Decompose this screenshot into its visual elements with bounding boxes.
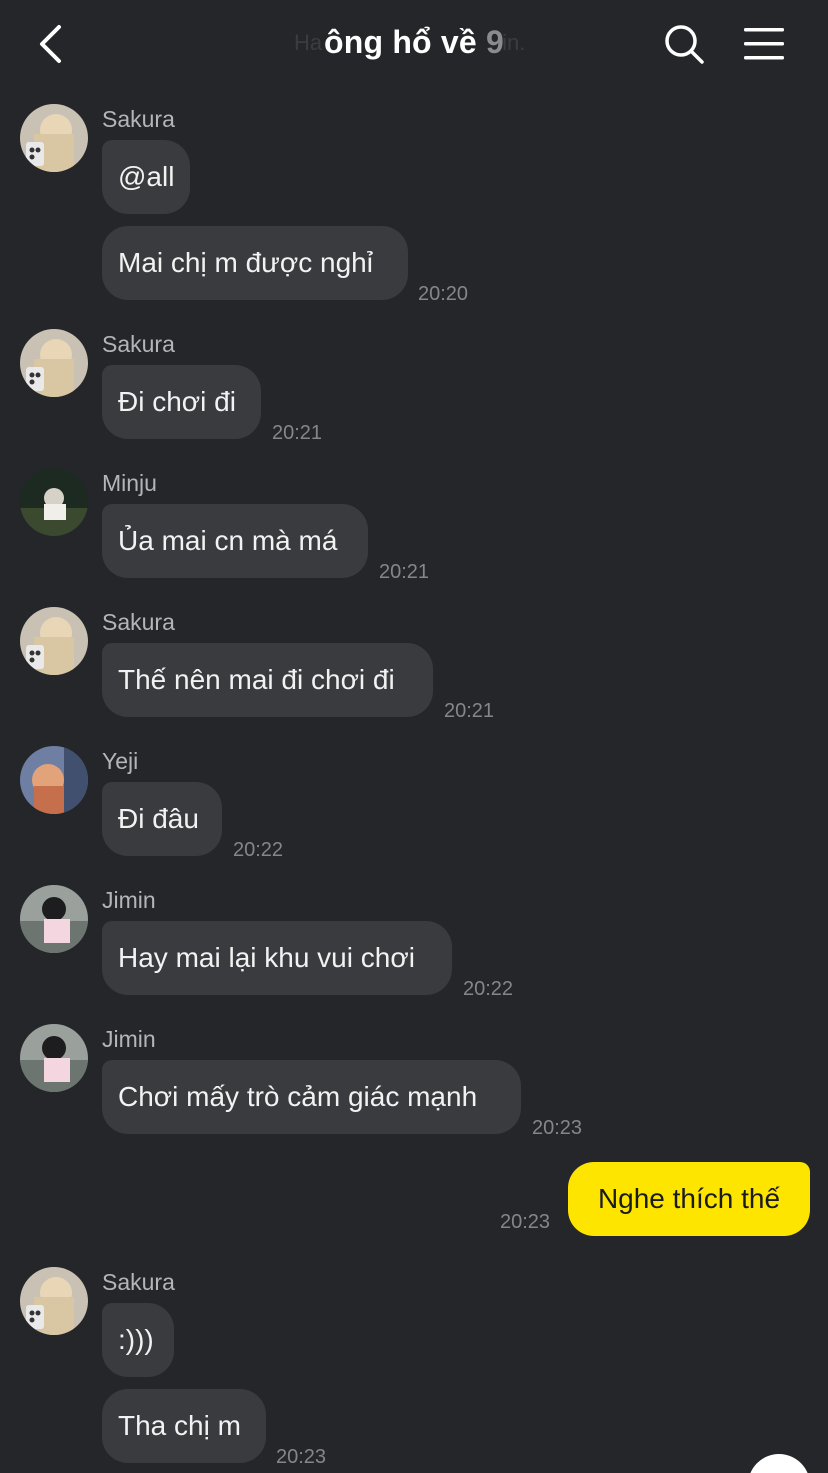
my-message-bubble[interactable]: Nghe thích thế <box>568 1162 810 1236</box>
message-bubble[interactable]: Tha chị m <box>102 1389 266 1463</box>
message-time: 20:21 <box>379 561 430 583</box>
message-bubble[interactable]: @all <box>102 140 190 214</box>
message-bubble[interactable]: Hay mai lại khu vui chơi <box>102 921 452 995</box>
message-bubble[interactable]: :))) <box>102 1303 174 1377</box>
sender-name: Sakura <box>102 1269 175 1295</box>
menu-button[interactable] <box>740 24 788 64</box>
chat-screen: Ha in. ông hổ về 9 Sakura @all Mai chị m … <box>0 0 828 1473</box>
sender-name: Sakura <box>102 331 175 357</box>
message-time: 20:23 <box>276 1446 327 1468</box>
avatar-jimin[interactable] <box>20 885 88 953</box>
avatar-jimin[interactable] <box>20 1024 88 1092</box>
member-count: 9 <box>486 24 504 60</box>
search-button[interactable] <box>662 22 706 66</box>
avatar-sakura[interactable] <box>20 607 88 675</box>
message-bubble[interactable]: Ủa mai cn mà má <box>102 504 368 578</box>
sender-name: Jimin <box>102 887 156 913</box>
message-bubble[interactable]: Đi chơi đi <box>102 365 261 439</box>
message-bubble[interactable]: Mai chị m được nghỉ <box>102 226 408 300</box>
sender-name: Sakura <box>102 609 175 635</box>
chat-header: Ha in. ông hổ về 9 <box>0 0 828 88</box>
chat-title-name: ông hổ về <box>323 24 477 60</box>
avatar-yeji[interactable] <box>20 746 88 814</box>
avatar-sakura[interactable] <box>20 329 88 397</box>
sender-name: Minju <box>102 470 157 496</box>
message-time: 20:23 <box>532 1117 583 1139</box>
message-time: 20:21 <box>272 422 323 444</box>
message-bubble[interactable]: Chơi mấy trò cảm giác mạnh <box>102 1060 521 1134</box>
message-time: 20:20 <box>418 283 469 305</box>
message-bubble[interactable]: Đi đâu <box>102 782 222 856</box>
avatar-minju[interactable] <box>20 468 88 536</box>
hamburger-menu-icon <box>744 28 784 60</box>
avatar-sakura[interactable] <box>20 104 88 172</box>
scroll-to-bottom-button[interactable] <box>748 1454 810 1473</box>
sender-name: Jimin <box>102 1026 156 1052</box>
sender-name: Sakura <box>102 106 175 132</box>
message-bubble[interactable]: Thế nên mai đi chơi đi <box>102 643 433 717</box>
message-time: 20:22 <box>233 839 284 861</box>
message-time: 20:22 <box>463 978 514 1000</box>
sender-name: Yeji <box>102 748 139 774</box>
search-icon <box>665 25 704 64</box>
avatar-sakura[interactable] <box>20 1267 88 1335</box>
message-time: 20:21 <box>444 700 495 722</box>
message-time: 20:23 <box>500 1211 551 1233</box>
